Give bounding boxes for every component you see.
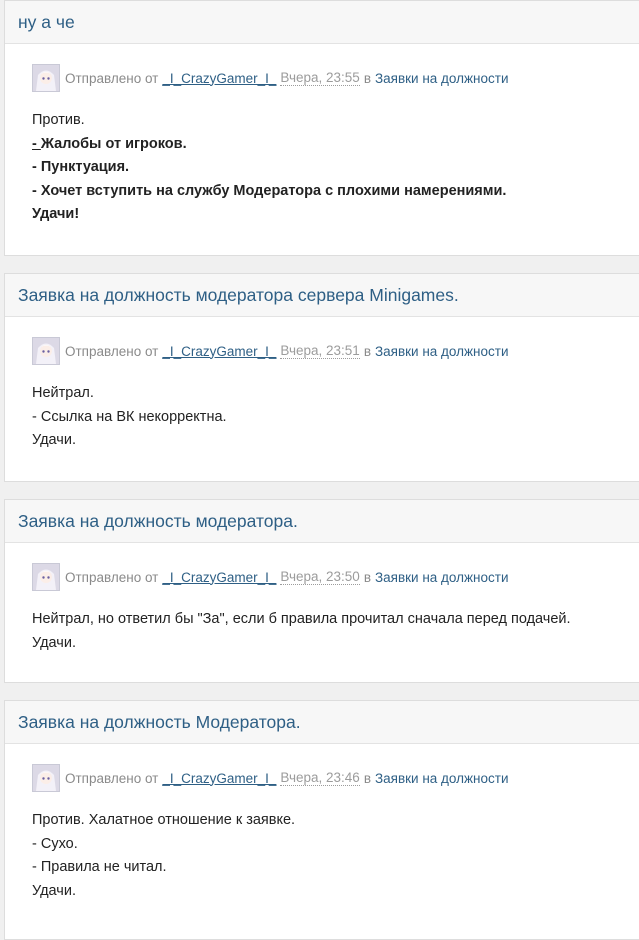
post-card: Заявка на должность модератора сервера M… (4, 273, 639, 482)
sent-by-label: Отправлено от (65, 343, 159, 359)
sent-by-label: Отправлено от (65, 70, 159, 86)
content-line: Нейтрал, но ответил бы "За", если б прав… (32, 611, 571, 627)
post-meta: Отправлено от _I_CrazyGamer_I_ Вчера, 23… (32, 64, 639, 92)
post-title-link[interactable]: Заявка на должность модератора. (18, 511, 298, 532)
avatar[interactable] (32, 64, 60, 92)
forum-link[interactable]: Заявки на должности (375, 344, 509, 359)
underlined-dash: - (32, 135, 41, 152)
author-link[interactable]: _I_CrazyGamer_I_ (162, 570, 276, 585)
post-meta: Отправлено от _I_CrazyGamer_I_ Вчера, 23… (32, 563, 639, 591)
content-line: - Пунктуация. (32, 159, 130, 175)
content-line: - Жалобы от игроков. (32, 133, 639, 157)
in-label: в (363, 569, 371, 585)
post-title-link[interactable]: Заявка на должность Модератора. (18, 712, 301, 733)
avatar[interactable] (32, 337, 60, 365)
content-line: - Правила не читал. (32, 859, 167, 875)
post-content: Против. Халатное отношение к заявке. - С… (32, 809, 639, 903)
post-time: Вчера, 23:51 (280, 343, 360, 359)
in-label: в (363, 770, 371, 786)
post-meta: Отправлено от _I_CrazyGamer_I_ Вчера, 23… (32, 337, 639, 365)
post-content: Против. - Жалобы от игроков. - Пунктуаци… (32, 109, 639, 227)
post-body: Отправлено от _I_CrazyGamer_I_ Вчера, 23… (5, 44, 639, 227)
author-link[interactable]: _I_CrazyGamer_I_ (162, 771, 276, 786)
post-card: Заявка на должность Модератора. Отправле… (4, 700, 639, 940)
post-card: Заявка на должность модератора. Отправле… (4, 499, 639, 683)
content-line: - Ссылка на ВК некорректна. (32, 408, 227, 425)
forum-link[interactable]: Заявки на должности (375, 71, 509, 86)
content-line: Против. Халатное отношение к заявке. (32, 812, 296, 828)
post-header: Заявка на должность Модератора. (5, 701, 639, 744)
content-line-text: Жалобы от игроков. (40, 135, 187, 152)
post-title-link[interactable]: Заявка на должность модератора сервера M… (18, 285, 459, 306)
post-content: Нейтрал, но ответил бы "За", если б прав… (32, 608, 639, 655)
post-body: Отправлено от _I_CrazyGamer_I_ Вчера, 23… (5, 317, 639, 453)
forum-link[interactable]: Заявки на должности (375, 570, 509, 585)
post-header: Заявка на должность модератора сервера M… (5, 274, 639, 317)
post-header: Заявка на должность модератора. (5, 500, 639, 543)
content-line: Удачи. (32, 432, 76, 448)
content-line: Удачи. (32, 882, 76, 899)
content-line: Удачи! (32, 206, 80, 222)
content-line: Нейтрал. (32, 385, 94, 401)
avatar[interactable] (32, 563, 60, 591)
post-time: Вчера, 23:50 (280, 569, 360, 585)
content-line: Против. (32, 112, 85, 128)
content-line: Удачи. (32, 634, 76, 651)
content-line: - Хочет вступить на службу Модератора с … (32, 182, 507, 199)
post-card: ну а че Отправлено от _I_CrazyGamer_I_ В… (4, 0, 639, 256)
author-link[interactable]: _I_CrazyGamer_I_ (162, 71, 276, 86)
author-link[interactable]: _I_CrazyGamer_I_ (162, 344, 276, 359)
content-line: - Сухо. (32, 835, 78, 852)
in-label: в (363, 343, 371, 359)
post-body: Отправлено от _I_CrazyGamer_I_ Вчера, 23… (5, 543, 639, 655)
sent-by-label: Отправлено от (65, 569, 159, 585)
forum-link[interactable]: Заявки на должности (375, 771, 509, 786)
post-time: Вчера, 23:46 (280, 770, 360, 786)
post-meta: Отправлено от _I_CrazyGamer_I_ Вчера, 23… (32, 764, 639, 792)
post-time: Вчера, 23:55 (280, 70, 360, 86)
post-header: ну а че (5, 1, 639, 44)
post-content: Нейтрал. - Ссылка на ВК некорректна. Уда… (32, 382, 639, 453)
in-label: в (363, 70, 371, 86)
sent-by-label: Отправлено от (65, 770, 159, 786)
avatar[interactable] (32, 764, 60, 792)
post-body: Отправлено от _I_CrazyGamer_I_ Вчера, 23… (5, 744, 639, 903)
post-title-link[interactable]: ну а че (18, 12, 75, 33)
